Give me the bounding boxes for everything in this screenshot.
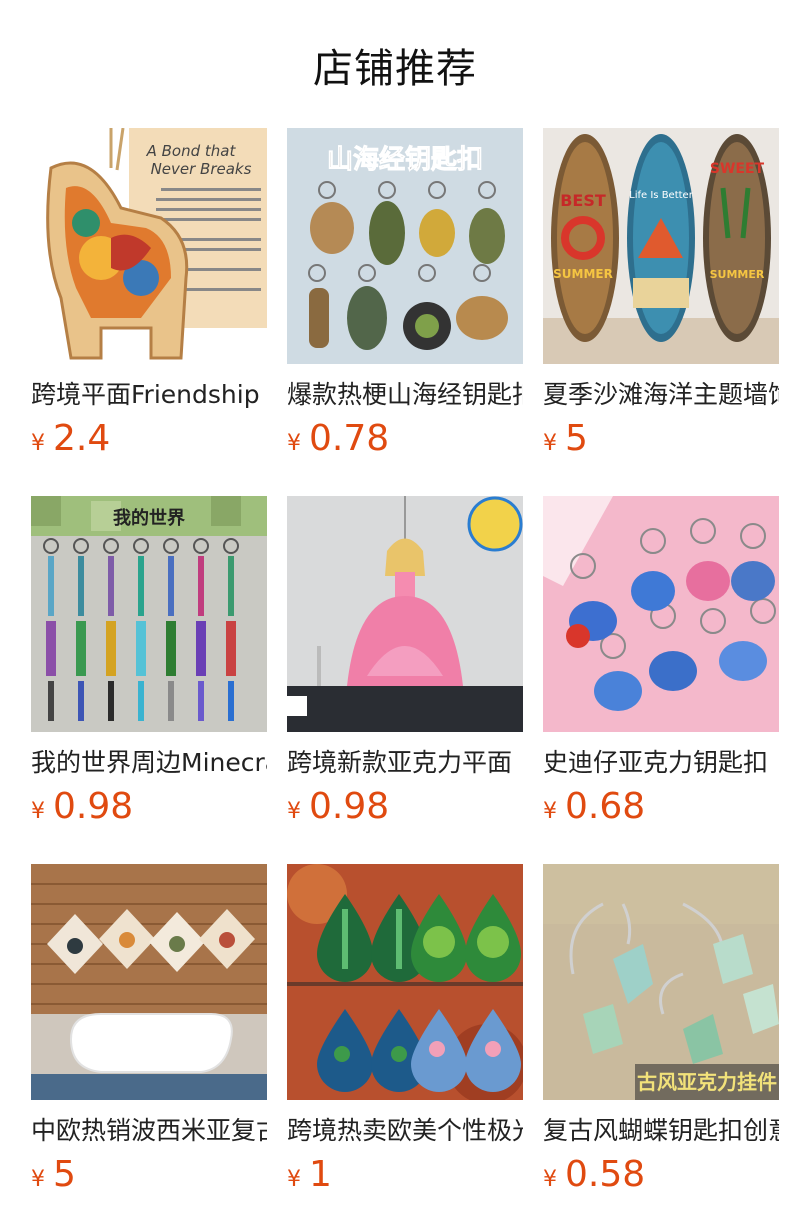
svg-text:Never Breaks: Never Breaks: [151, 160, 252, 178]
page-title: 店铺推荐: [313, 46, 477, 92]
currency-symbol: ¥: [31, 431, 45, 456]
price-value: 0.78: [309, 418, 390, 459]
svg-text:SWEET: SWEET: [710, 161, 765, 177]
currency-symbol: ¥: [543, 799, 557, 824]
product-name[interactable]: 爆款热梗山海经钥匙扣: [287, 378, 523, 412]
svg-text:我的世界: 我的世界: [113, 507, 185, 529]
product-price: ¥ 2.4: [31, 418, 267, 462]
product-name[interactable]: 史迪仔亚克力钥匙扣: [543, 746, 779, 780]
product-image[interactable]: [543, 496, 779, 732]
currency-symbol: ¥: [31, 799, 45, 824]
product-card[interactable]: 跨境新款亚克力平面 ¥ 0.98: [287, 496, 523, 830]
product-image[interactable]: [287, 496, 523, 732]
product-card[interactable]: 史迪仔亚克力钥匙扣 ¥ 0.68: [543, 496, 779, 830]
svg-text:SUMMER: SUMMER: [710, 268, 765, 281]
product-name[interactable]: 跨境热卖欧美个性极光: [287, 1114, 523, 1148]
product-image[interactable]: A Bond that Never Breaks: [31, 128, 267, 364]
product-image[interactable]: 山海经钥匙扣: [287, 128, 523, 364]
product-card[interactable]: 中欧热销波西米亚复古 ¥ 5: [31, 864, 267, 1198]
product-card[interactable]: 古风亚克力挂件 复古风蝴蝶钥匙扣创意 ¥ 0.58: [543, 864, 779, 1198]
product-name[interactable]: 夏季沙滩海洋主题墙饰: [543, 378, 779, 412]
svg-text:BEST: BEST: [560, 191, 606, 210]
svg-text:山海经钥匙扣: 山海经钥匙扣: [327, 144, 483, 175]
overlay-text: 古风亚克力挂件: [637, 1070, 777, 1094]
product-price: ¥ 0.98: [287, 786, 523, 830]
product-image[interactable]: BEST SUMMER Life Is Better SWEET SUMMER: [543, 128, 779, 364]
price-value: 5: [565, 418, 588, 459]
svg-text:Life Is Better: Life Is Better: [629, 190, 694, 201]
product-price: ¥ 5: [543, 418, 779, 462]
product-price: ¥ 1: [287, 1154, 523, 1198]
currency-symbol: ¥: [287, 1167, 301, 1192]
svg-text:SUMMER: SUMMER: [553, 267, 613, 281]
product-image[interactable]: [31, 864, 267, 1100]
product-card[interactable]: A Bond that Never Breaks 跨境平面Friendship: [31, 128, 267, 462]
price-value: 5: [53, 1154, 76, 1195]
product-image[interactable]: 古风亚克力挂件: [543, 864, 779, 1100]
product-price: ¥ 5: [31, 1154, 267, 1198]
product-name[interactable]: 中欧热销波西米亚复古: [31, 1114, 267, 1148]
product-card[interactable]: 山海经钥匙扣 爆款热梗山海经钥匙扣 ¥ 0.78: [287, 128, 523, 462]
currency-symbol: ¥: [31, 1167, 45, 1192]
product-price: ¥ 0.98: [31, 786, 267, 830]
product-name[interactable]: 跨境新款亚克力平面: [287, 746, 523, 780]
product-card[interactable]: 我的世界 我的世界周边Minecr ¥ 0.98: [31, 496, 267, 830]
currency-symbol: ¥: [543, 1167, 557, 1192]
product-name[interactable]: 复古风蝴蝶钥匙扣创意: [543, 1114, 779, 1148]
price-value: 0.98: [53, 786, 134, 827]
product-name[interactable]: 我的世界周边Minecraft: [31, 746, 267, 780]
price-value: 0.98: [309, 786, 390, 827]
currency-symbol: ¥: [287, 799, 301, 824]
price-value: 1: [309, 1154, 332, 1195]
product-price: ¥ 0.58: [543, 1154, 779, 1198]
product-image[interactable]: [287, 864, 523, 1100]
product-card[interactable]: BEST SUMMER Life Is Better SWEET SUMMER …: [543, 128, 779, 462]
product-price: ¥ 0.68: [543, 786, 779, 830]
price-value: 0.68: [565, 786, 646, 827]
currency-symbol: ¥: [287, 431, 301, 456]
price-value: 0.58: [565, 1154, 646, 1195]
product-name[interactable]: 跨境平面Friendship: [31, 378, 267, 412]
product-card[interactable]: 跨境热卖欧美个性极光 ¥ 1: [287, 864, 523, 1198]
product-image[interactable]: 我的世界: [31, 496, 267, 732]
svg-text:A Bond that: A Bond that: [146, 142, 237, 160]
price-value: 2.4: [53, 418, 111, 459]
currency-symbol: ¥: [543, 431, 557, 456]
product-price: ¥ 0.78: [287, 418, 523, 462]
